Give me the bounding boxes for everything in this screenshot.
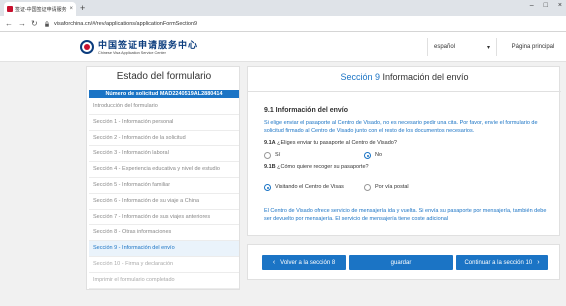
sidebar-item-section-1[interactable]: Sección 1 - Información personal (89, 115, 239, 131)
sidebar-item-print-form[interactable]: Imprimir el formulario completado (89, 273, 239, 289)
save-button-label: guardar (390, 259, 412, 266)
url-field[interactable]: visaforchina.cn/#/rev/applications/appli… (44, 18, 444, 30)
sidebar-item-section-9[interactable]: Sección 9 - Información del envío (89, 241, 239, 257)
address-bar: ← → ↻ visaforchina.cn/#/rev/applications… (0, 16, 566, 32)
browser-tab-bar: 签证-中国签证申请服务中心 × + – □ × (0, 0, 566, 16)
title-divider (248, 91, 561, 92)
section-title: Información del envío (382, 72, 469, 82)
question-9-1b-text: ¿Cómo quiere recoger su pasaporte? (277, 164, 369, 170)
chevron-down-icon: ▾ (486, 44, 490, 51)
lock-icon (45, 21, 49, 27)
radio-circle-icon[interactable] (264, 152, 271, 159)
language-select[interactable]: español ▾ (427, 38, 497, 56)
new-tab-icon[interactable]: + (80, 2, 85, 14)
back-icon[interactable]: ← (5, 19, 13, 29)
save-button[interactable]: guardar (349, 255, 453, 270)
radio-pickup-visit[interactable]: Visitando el Centro de Visas (264, 184, 344, 191)
sidebar-item-section-4[interactable]: Sección 4 - Experiencia educativa y nive… (89, 162, 239, 178)
sidebar-item-introduction[interactable]: Introducción del formulario (89, 99, 239, 115)
logo-english-text: Chinese Visa Application Service Center (98, 51, 166, 55)
site-header: 中国签证申请服务中心 Chinese Visa Application Serv… (0, 32, 566, 62)
back-to-section-8-button[interactable]: ‹ Volver a la sección 8 (262, 255, 346, 270)
close-tab-icon[interactable]: × (69, 6, 73, 12)
chevron-left-icon: ‹ (272, 259, 276, 266)
browser-tab[interactable]: 签证-中国签证申请服务中心 × (4, 2, 76, 16)
radio-selected-icon[interactable] (364, 152, 371, 159)
section-number: Sección 9 (340, 72, 380, 82)
site-favicon-icon (7, 6, 13, 12)
logo-chinese-text: 中国签证申请服务中心 (98, 41, 199, 51)
minimize-icon[interactable]: – (530, 2, 534, 9)
url-text: visaforchina.cn/#/rev/applications/appli… (54, 21, 198, 27)
home-link[interactable]: Página principal (503, 38, 563, 56)
application-number-badge: Número de solicitud MAD2240519AL2880414 (89, 90, 239, 98)
logo-emblem-icon (80, 39, 94, 54)
site-logo[interactable]: 中国签证申请服务中心 Chinese Visa Application Serv… (80, 38, 198, 55)
radio-label: Sí (275, 152, 281, 158)
radio-send-yes[interactable]: Sí (264, 152, 280, 159)
page-title: Sección 9 Información del envío (248, 72, 561, 82)
question-9-1b: 9.1B ¿Cómo quiere recoger su pasaporte? (264, 164, 369, 170)
form-panel: Sección 9 Información del envío 9.1 Info… (247, 66, 561, 236)
close-window-icon[interactable]: × (558, 2, 562, 9)
continue-to-section-10-button[interactable]: Continuar a la sección 10 › (456, 255, 548, 270)
subsection-heading: 9.1 Información del envío (264, 107, 349, 114)
form-status-sidebar: Estado del formulario Número de solicitu… (86, 66, 240, 290)
sidebar-item-section-5[interactable]: Sección 5 - Información familiar (89, 178, 239, 194)
sidebar-item-section-6[interactable]: Sección 6 - Información de su viaje a Ch… (89, 194, 239, 210)
question-9-1a: 9.1A ¿Eliges enviar tu pasaporte al Cent… (264, 140, 397, 146)
radio-label: Visitando el Centro de Visas (275, 184, 344, 190)
back-button-label: Volver a la sección 8 (280, 259, 336, 266)
radio-pickup-postal[interactable]: Por vía postal (364, 184, 409, 191)
question-9-1a-text: ¿Eliges enviar tu pasaporte al Centro de… (277, 140, 397, 146)
maximize-icon[interactable]: □ (544, 2, 548, 9)
chevron-right-icon: › (537, 259, 540, 266)
sidebar-item-section-7[interactable]: Sección 7 - Información de sus viajes an… (89, 210, 239, 226)
sidebar-item-section-10[interactable]: Sección 10 - Firma y declaración (89, 257, 239, 273)
radio-circle-icon[interactable] (364, 184, 371, 191)
next-button-label: Continuar a la sección 10 (464, 259, 533, 266)
language-value: español (434, 44, 456, 50)
forward-icon[interactable]: → (18, 19, 26, 29)
courier-note: El Centro de Visado ofrece servicio de m… (264, 208, 547, 222)
question-9-1a-code: 9.1A (264, 140, 276, 146)
form-actions: ‹ Volver a la sección 8 guardar Continua… (247, 244, 560, 280)
sidebar-item-section-3[interactable]: Sección 3 - Información laboral (89, 146, 239, 163)
sidebar-title: Estado del formulario (116, 71, 212, 82)
section-list: Introducción del formulario Sección 1 - … (89, 99, 239, 289)
radio-selected-icon[interactable] (264, 184, 271, 191)
shipping-info-text: Si elige enviar el pasaporte al Centro d… (264, 120, 538, 134)
radio-send-no[interactable]: No (364, 152, 382, 159)
window-controls: – □ × (530, 2, 562, 9)
radio-label: Por vía postal (375, 184, 409, 190)
radio-label: No (375, 152, 383, 158)
reload-icon[interactable]: ↻ (31, 19, 38, 29)
sidebar-item-section-2[interactable]: Sección 2 - Información de la solicitud (89, 131, 239, 147)
tab-title: 签证-中国签证申请服务中心 (15, 6, 67, 13)
question-9-1b-code: 9.1B (264, 164, 276, 170)
sidebar-item-section-8[interactable]: Sección 8 - Otras informaciones (89, 225, 239, 242)
